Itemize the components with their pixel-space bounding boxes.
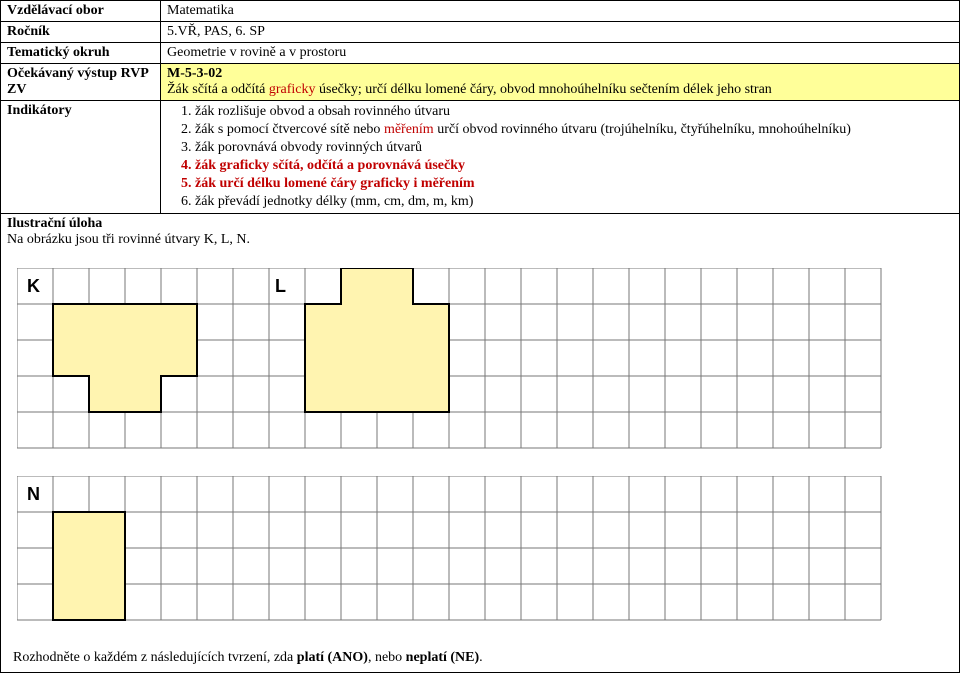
- label-subject: Vzdělávací obor: [1, 1, 161, 22]
- row-topic: Tematický okruh Geometrie v rovině a v p…: [1, 43, 960, 64]
- info-table: Vzdělávací obor Matematika Ročník 5.VŘ, …: [0, 0, 960, 673]
- label-outcome: Očekávaný výstup RVP ZV: [1, 64, 161, 101]
- value-topic: Geometrie v rovině a v prostoru: [161, 43, 960, 64]
- indicator-5: žák určí délku lomené čáry graficky i mě…: [195, 175, 953, 193]
- value-grade: 5.VŘ, PAS, 6. SP: [161, 22, 960, 43]
- final-b2: neplatí (NE): [406, 650, 480, 665]
- final-end: .: [479, 650, 483, 665]
- value-indicators: žák rozlišuje obvod a obsah rovinného út…: [161, 101, 960, 214]
- label-l: L: [275, 276, 286, 296]
- shape-l: [305, 268, 449, 412]
- grid-bottom-lines: [17, 476, 881, 620]
- row-grade: Ročník 5.VŘ, PAS, 6. SP: [1, 22, 960, 43]
- row-indicators: Indikátory žák rozlišuje obvod a obsah r…: [1, 101, 960, 214]
- label-n: N: [27, 484, 40, 504]
- final-instruction: Rozhodněte o každém z následujících tvrz…: [7, 646, 953, 670]
- task-intro: Na obrázku jsou tři rovinné útvary K, L,…: [7, 232, 250, 247]
- outcome-text-pre: Žák sčítá a odčítá: [167, 82, 269, 97]
- row-outcome: Očekávaný výstup RVP ZV M-5-3-02 Žák sčí…: [1, 64, 960, 101]
- indicator-4: žák graficky sčítá, odčítá a porovnává ú…: [195, 157, 953, 175]
- indicator-2-pre: žák s pomocí čtvercové sítě nebo: [195, 122, 384, 137]
- label-topic: Tematický okruh: [1, 43, 161, 64]
- final-pre: Rozhodněte o každém z následujících tvrz…: [13, 650, 297, 665]
- outcome-code: M-5-3-02: [167, 66, 222, 81]
- figure-area: K L N: [7, 248, 953, 646]
- task-cell: Ilustrační úloha Na obrázku jsou tři rov…: [1, 214, 960, 673]
- indicator-1: žák rozlišuje obvod a obsah rovinného út…: [195, 103, 953, 121]
- shape-k: [53, 304, 197, 412]
- label-indicators: Indikátory: [1, 101, 161, 214]
- indicator-2-post: určí obvod rovinného útvaru (trojúhelník…: [434, 122, 851, 137]
- row-task: Ilustrační úloha Na obrázku jsou tři rov…: [1, 214, 960, 673]
- indicator-2-red: měřením: [384, 122, 434, 137]
- indicator-3: žák porovnává obvody rovinných útvarů: [195, 139, 953, 157]
- final-b1: platí (ANO): [297, 650, 368, 665]
- final-mid: , nebo: [368, 650, 406, 665]
- outcome-text-red: graficky: [269, 82, 316, 97]
- value-subject: Matematika: [161, 1, 960, 22]
- row-subject: Vzdělávací obor Matematika: [1, 1, 960, 22]
- grid-bottom: N: [17, 476, 897, 636]
- shape-n: [53, 512, 125, 620]
- label-k: K: [27, 276, 40, 296]
- grid-top: K L: [17, 268, 897, 458]
- outcome-text-post: úsečky; určí délku lomené čáry, obvod mn…: [316, 82, 772, 97]
- indicator-6: žák převádí jednotky délky (mm, cm, dm, …: [195, 193, 953, 211]
- label-task: Ilustrační úloha: [7, 216, 102, 231]
- indicator-list: žák rozlišuje obvod a obsah rovinného út…: [167, 103, 953, 211]
- indicator-2: žák s pomocí čtvercové sítě nebo měřením…: [195, 121, 953, 139]
- value-outcome: M-5-3-02 Žák sčítá a odčítá graficky úse…: [161, 64, 960, 101]
- label-grade: Ročník: [1, 22, 161, 43]
